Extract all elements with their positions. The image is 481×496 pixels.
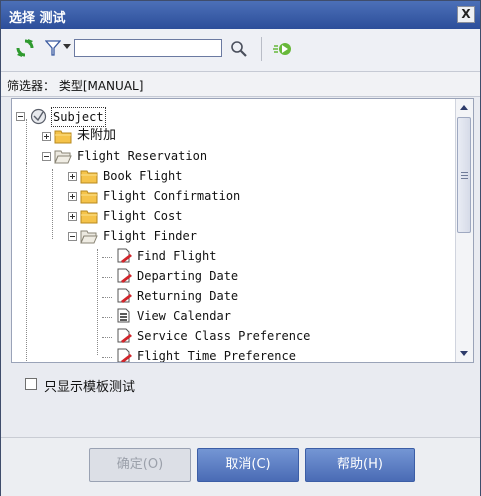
scroll-grip — [461, 175, 468, 176]
toolbar — [1, 29, 480, 72]
title-bar: 选择 测试 X — [1, 1, 480, 29]
open-folder-icon — [80, 230, 98, 244]
template-only-label: 只显示模板测试 — [44, 380, 136, 395]
folder-icon — [80, 210, 98, 224]
subject-icon — [30, 108, 47, 125]
manual-test-icon — [117, 288, 132, 303]
folder-icon — [80, 170, 98, 184]
tree-node-label: View Calendar — [137, 309, 231, 323]
search-input[interactable] — [74, 39, 222, 57]
document-icon — [117, 308, 130, 323]
collapse-icon[interactable] — [42, 152, 51, 161]
tree-node-label: Find Flight — [137, 249, 217, 263]
tree-node-label: Returning Date — [137, 289, 239, 303]
test-tree[interactable]: Subject 未附加 Flight Reservation Book Flig… — [11, 98, 474, 363]
tree-node-label: Book Flight — [103, 169, 183, 183]
tree-line — [102, 317, 112, 318]
filter-icon[interactable] — [45, 39, 61, 57]
vertical-scrollbar[interactable] — [455, 99, 473, 362]
expand-icon[interactable] — [68, 192, 77, 201]
ok-button[interactable]: 确定(O) — [89, 448, 191, 482]
refresh-icon[interactable] — [15, 38, 35, 58]
expand-icon[interactable] — [68, 172, 77, 181]
manual-test-icon — [117, 348, 132, 362]
collapse-icon[interactable] — [68, 232, 77, 241]
folder-icon — [80, 190, 98, 204]
tree-node-label: Flight Finder — [103, 229, 197, 243]
toolbar-separator — [261, 37, 262, 61]
search-icon[interactable] — [227, 38, 251, 60]
folder-icon — [54, 130, 72, 144]
button-bar: 确定(O) 取消(C) 帮助(H) — [1, 437, 480, 496]
filter-description: 筛选器： 类型[MANUAL] — [7, 79, 144, 93]
tree-node-label: Flight Reservation — [77, 149, 208, 163]
manual-test-icon — [117, 328, 132, 343]
manual-test-icon — [117, 248, 132, 263]
tree-line — [102, 297, 112, 298]
tree-node-label: Flight Confirmation — [103, 189, 241, 203]
expand-icon[interactable] — [42, 132, 51, 141]
tree-node-label: Flight Time Preference — [137, 349, 296, 363]
scroll-up-icon[interactable] — [456, 99, 472, 116]
tree-line — [102, 277, 112, 278]
tree-line — [102, 257, 112, 258]
chevron-down-icon[interactable] — [63, 44, 71, 50]
manual-test-icon — [117, 268, 132, 283]
close-button[interactable]: X — [457, 6, 475, 23]
filter-bar: 筛选器： 类型[MANUAL] — [1, 72, 480, 97]
scroll-down-icon[interactable] — [456, 345, 472, 362]
select-test-dialog: 选择 测试 X 筛选器： 类型[MANUAL] Subject 未附加 Flig… — [0, 0, 481, 496]
scroll-grip — [461, 172, 468, 173]
tree-node-label: Service Class Preference — [137, 329, 311, 343]
tree-line — [52, 169, 53, 239]
tree-node-label: Departing Date — [137, 269, 239, 283]
cancel-button[interactable]: 取消(C) — [197, 448, 299, 482]
tree-line — [26, 163, 27, 361]
tree-node-label: 未附加 — [77, 128, 117, 143]
scroll-thumb[interactable] — [457, 117, 471, 233]
tree-line — [102, 337, 112, 338]
help-button[interactable]: 帮助(H) — [305, 448, 415, 482]
tree-line — [97, 249, 98, 355]
expand-icon[interactable] — [68, 212, 77, 221]
template-only-checkbox[interactable] — [25, 378, 37, 390]
tree-node-label: Subject — [51, 107, 106, 127]
collapse-icon[interactable] — [16, 112, 25, 121]
tree-node-label: Flight Cost — [103, 209, 183, 223]
tree-line — [102, 357, 112, 358]
go-to-icon[interactable] — [272, 38, 294, 60]
scroll-grip — [461, 178, 468, 179]
open-folder-icon — [54, 150, 72, 164]
window-title: 选择 测试 — [9, 11, 66, 26]
